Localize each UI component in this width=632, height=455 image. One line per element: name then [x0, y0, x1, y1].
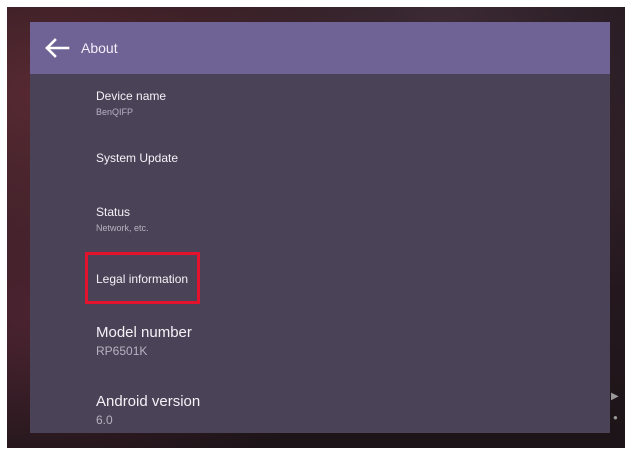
item-subtitle: BenQIFP: [96, 107, 134, 117]
app-bar: About: [30, 22, 610, 74]
settings-item-status[interactable]: Status Network, etc.: [30, 198, 610, 242]
settings-item-android-version[interactable]: Android version 6.0: [30, 387, 610, 433]
item-subtitle: Network, etc.: [96, 223, 149, 233]
page-title: About: [81, 40, 118, 56]
item-title: System Update: [96, 151, 179, 165]
item-title: Model number: [96, 324, 192, 341]
dot-indicator-icon: ●: [613, 413, 618, 422]
settings-panel: About Device name BenQIFP System Update …: [30, 22, 610, 433]
playback-control-icon: ▶: [611, 391, 619, 402]
item-subtitle: RP6501K: [96, 344, 148, 358]
settings-item-device-name[interactable]: Device name BenQIFP: [30, 82, 610, 126]
settings-item-system-update[interactable]: System Update: [30, 140, 610, 180]
item-title: Android version: [96, 393, 201, 410]
settings-item-model-number[interactable]: Model number RP6501K: [30, 318, 610, 366]
highlight-box: [85, 252, 200, 304]
item-title: Device name: [96, 89, 167, 103]
item-subtitle: 6.0: [96, 413, 113, 427]
item-title: Status: [96, 205, 131, 219]
back-arrow-icon[interactable]: [44, 36, 70, 60]
